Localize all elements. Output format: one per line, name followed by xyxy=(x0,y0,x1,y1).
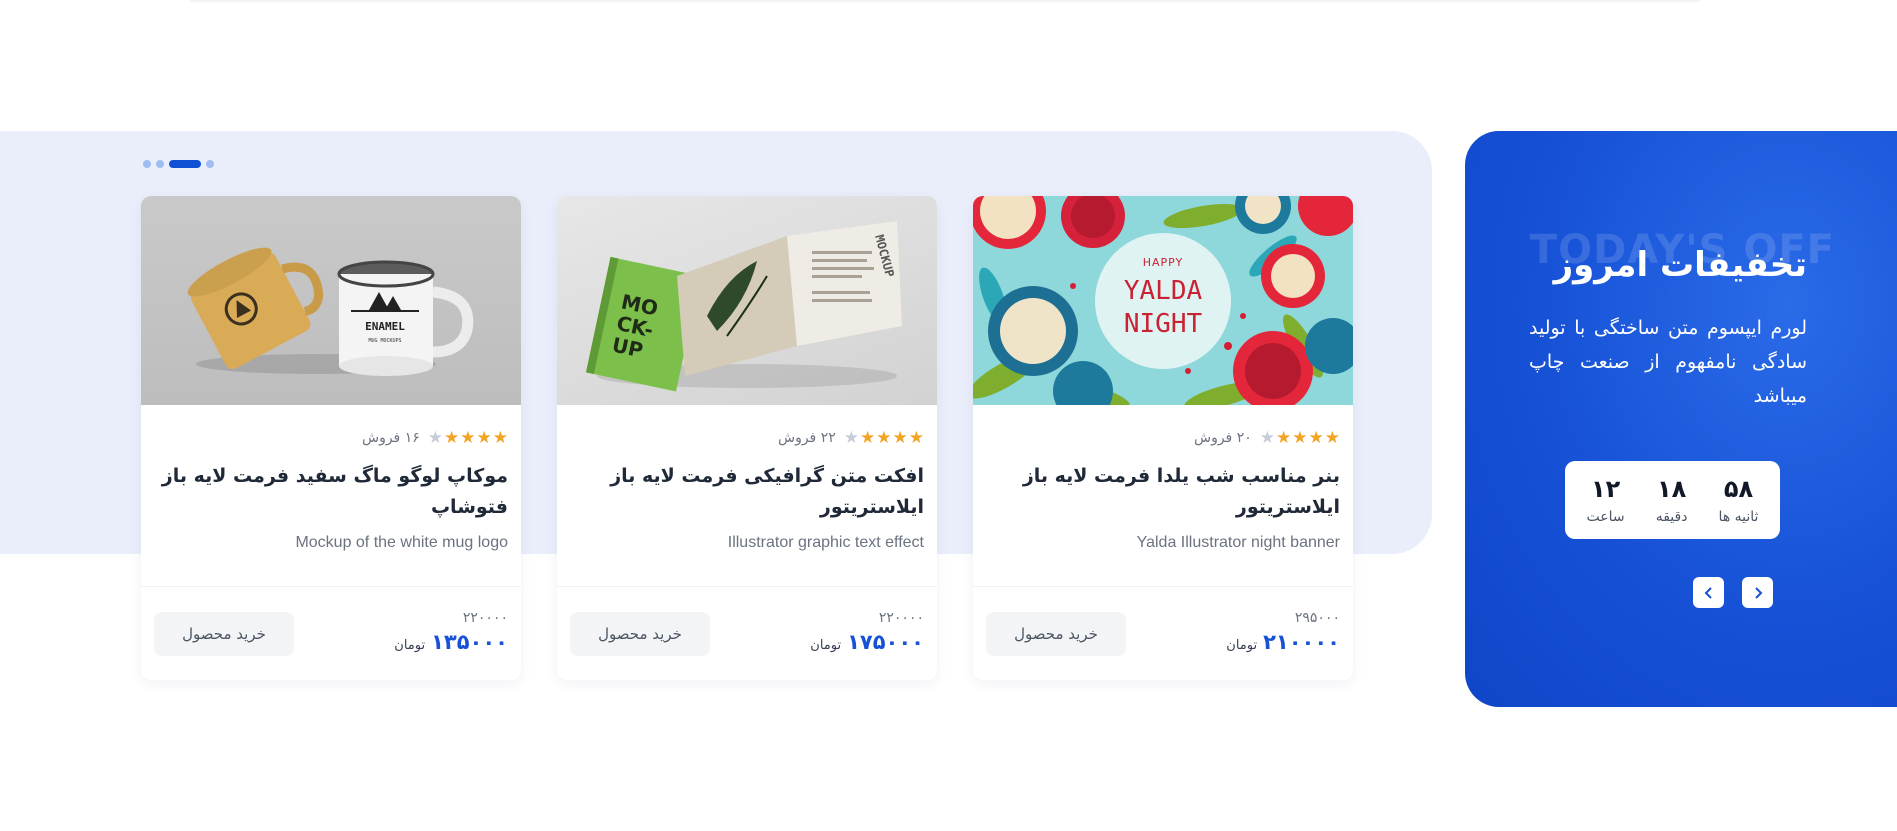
chevron-right-icon xyxy=(1754,586,1762,599)
mug-logo-subtext: MUG MOCKUPS xyxy=(368,338,401,344)
price-block: ۲۲۰۰۰۰ ۱۷۵۰۰۰ تومان xyxy=(810,610,924,654)
product-image[interactable]: HAPPY YALDA NIGHT xyxy=(973,196,1353,405)
old-price: ۲۲۰۰۰۰ xyxy=(462,609,508,626)
countdown-minutes: ۱۸ دقیقه xyxy=(1656,475,1688,525)
product-subtitle: Yalda Illustrator night banner xyxy=(1136,534,1340,551)
product-info: ★ ★ ★ ★ ★ ۱۶ فروش موکاپ لوگو ماگ سفید فرمت ل… xyxy=(141,427,521,552)
current-price: ۲۱۰۰۰۰ xyxy=(1263,629,1340,654)
old-price: ۲۲۰۰۰۰ xyxy=(878,609,924,626)
slider-next-button[interactable] xyxy=(1742,577,1773,608)
countdown-value: ۱۸ xyxy=(1656,475,1687,503)
slider-prev-button[interactable] xyxy=(1693,577,1724,608)
slider-dot[interactable] xyxy=(143,160,151,168)
product-card[interactable]: MO CK- UP MOCKUP ★ ★ ★ ★ ★ ۲۲ فروش افکت … xyxy=(557,196,937,680)
product-title[interactable]: موکاپ لوگو ماگ سفید فرمت لایه باز فتوشاپ xyxy=(154,461,508,525)
product-footer: ۲۲۰۰۰۰ ۱۳۵۰۰۰ تومان خرید محصول xyxy=(141,586,521,680)
yalda-banner-illustration: HAPPY YALDA NIGHT xyxy=(973,196,1353,405)
currency-label: تومان xyxy=(1226,637,1258,653)
star-icon: ★ xyxy=(444,427,460,448)
star-icon: ★ xyxy=(908,427,924,448)
buy-product-button[interactable]: خرید محصول xyxy=(570,611,710,656)
chevron-left-icon xyxy=(1704,586,1712,599)
star-icon: ★ xyxy=(476,427,492,448)
star-empty-icon: ★ xyxy=(427,427,443,448)
product-image[interactable]: ENAMEL MUG MOCKUPS xyxy=(141,196,521,405)
current-price: ۱۷۵۰۰۰ xyxy=(847,629,924,654)
star-icon: ★ xyxy=(876,427,892,448)
star-icon: ★ xyxy=(492,427,508,448)
countdown-label: ساعت xyxy=(1586,509,1625,525)
product-title[interactable]: بنر مناسب شب یلدا فرمت لایه باز ایلاستری… xyxy=(986,461,1340,525)
star-icon: ★ xyxy=(1324,427,1340,448)
star-icon: ★ xyxy=(860,427,876,448)
buy-product-button[interactable]: خرید محصول xyxy=(986,611,1126,656)
countdown-value: ۱۲ xyxy=(1590,475,1621,503)
product-meta: ★ ★ ★ ★ ★ ۲۰ فروش xyxy=(986,427,1340,449)
rating-stars: ★ ★ ★ ★ ★ xyxy=(1259,427,1340,448)
product-subtitle: Illustrator graphic text effect xyxy=(727,534,924,551)
product-title[interactable]: افکت متن گرافیکی فرمت لایه باز ایلاستریت… xyxy=(570,461,924,525)
product-card[interactable]: ENAMEL MUG MOCKUPS ★ ★ ★ ★ ★ ۱۶ فروش موکاپ ل… xyxy=(141,196,521,680)
sales-count: ۱۶ فروش xyxy=(361,430,420,446)
product-info: ★ ★ ★ ★ ★ ۲۲ فروش افکت متن گرافیکی فرمت لایه… xyxy=(557,427,937,552)
product-footer: ۲۲۰۰۰۰ ۱۷۵۰۰۰ تومان خرید محصول xyxy=(557,586,937,680)
book-mockup-illustration: MO CK- UP MOCKUP xyxy=(586,221,902,392)
todays-offer-panel: TODAY'S OFF تخفیفات امروز لورم ایپسوم مت… xyxy=(1465,131,1897,707)
star-empty-icon: ★ xyxy=(843,427,859,448)
product-image[interactable]: MO CK- UP MOCKUP xyxy=(557,196,937,405)
mug-logo-text: ENAMEL xyxy=(365,320,405,333)
countdown-value: ۵۸ xyxy=(1723,475,1754,503)
currency-label: تومان xyxy=(394,637,426,653)
product-info: ★ ★ ★ ★ ★ ۲۰ فروش بنر مناسب شب یلدا فرمت لای… xyxy=(973,427,1353,552)
sales-count: ۲۲ فروش xyxy=(777,430,836,446)
banner-text-happy: HAPPY xyxy=(1143,256,1184,269)
star-icon: ★ xyxy=(1308,427,1324,448)
star-icon: ★ xyxy=(1276,427,1292,448)
page: ENAMEL MUG MOCKUPS ★ ★ ★ ★ ★ ۱۶ فروش موکاپ ل… xyxy=(0,0,1897,831)
price-block: ۲۹۵۰۰۰ ۲۱۰۰۰۰ تومان xyxy=(1226,610,1340,654)
countdown-label: دقیقه xyxy=(1655,509,1688,525)
star-icon: ★ xyxy=(460,427,476,448)
mug-mockup-illustration: ENAMEL MUG MOCKUPS xyxy=(187,247,474,376)
sales-count: ۲۰ فروش xyxy=(1193,430,1252,446)
slider-dot-active[interactable] xyxy=(169,160,201,168)
price-block: ۲۲۰۰۰۰ ۱۳۵۰۰۰ تومان xyxy=(394,610,508,654)
countdown-hours: ۱۲ ساعت xyxy=(1587,475,1625,525)
slider-dot[interactable] xyxy=(206,160,214,168)
product-meta: ★ ★ ★ ★ ★ ۲۲ فروش xyxy=(570,427,924,449)
countdown-label: ثانیه ها xyxy=(1718,509,1759,525)
product-subtitle: Mockup of the white mug logo xyxy=(295,534,508,551)
product-meta: ★ ★ ★ ★ ★ ۱۶ فروش xyxy=(154,427,508,449)
buy-product-button[interactable]: خرید محصول xyxy=(154,611,294,656)
currency-label: تومان xyxy=(810,637,842,653)
rating-stars: ★ ★ ★ ★ ★ xyxy=(427,427,508,448)
old-price: ۲۹۵۰۰۰ xyxy=(1294,609,1340,626)
banner-text-night: NIGHT xyxy=(1124,309,1203,339)
banner-text-yalda: YALDA xyxy=(1124,276,1203,306)
slider-dot[interactable] xyxy=(156,160,164,168)
star-icon: ★ xyxy=(1292,427,1308,448)
rating-stars: ★ ★ ★ ★ ★ xyxy=(843,427,924,448)
slider-arrows xyxy=(1693,577,1773,608)
star-icon: ★ xyxy=(892,427,908,448)
product-card[interactable]: HAPPY YALDA NIGHT ★ ★ ★ ★ ★ ۲۰ فروش بنر مناس… xyxy=(973,196,1353,680)
star-empty-icon: ★ xyxy=(1259,427,1275,448)
countdown-timer: ۵۸ ثانیه ها ۱۸ دقیقه ۱۲ ساعت xyxy=(1565,461,1780,539)
price-row: ۱۷۵۰۰۰ تومان xyxy=(810,630,924,654)
slider-pagination xyxy=(143,160,214,168)
current-price: ۱۳۵۰۰۰ xyxy=(431,629,508,654)
product-footer: ۲۹۵۰۰۰ ۲۱۰۰۰۰ تومان خرید محصول xyxy=(973,586,1353,680)
offer-description: لورم ایپسوم متن ساختگی با تولید سادگی نا… xyxy=(1529,317,1807,407)
price-row: ۲۱۰۰۰۰ تومان xyxy=(1226,630,1340,654)
price-row: ۱۳۵۰۰۰ تومان xyxy=(394,630,508,654)
countdown-seconds: ۵۸ ثانیه ها xyxy=(1719,475,1759,525)
offer-title: تخفیفات امروز xyxy=(1553,245,1807,285)
divider xyxy=(190,0,1700,2)
